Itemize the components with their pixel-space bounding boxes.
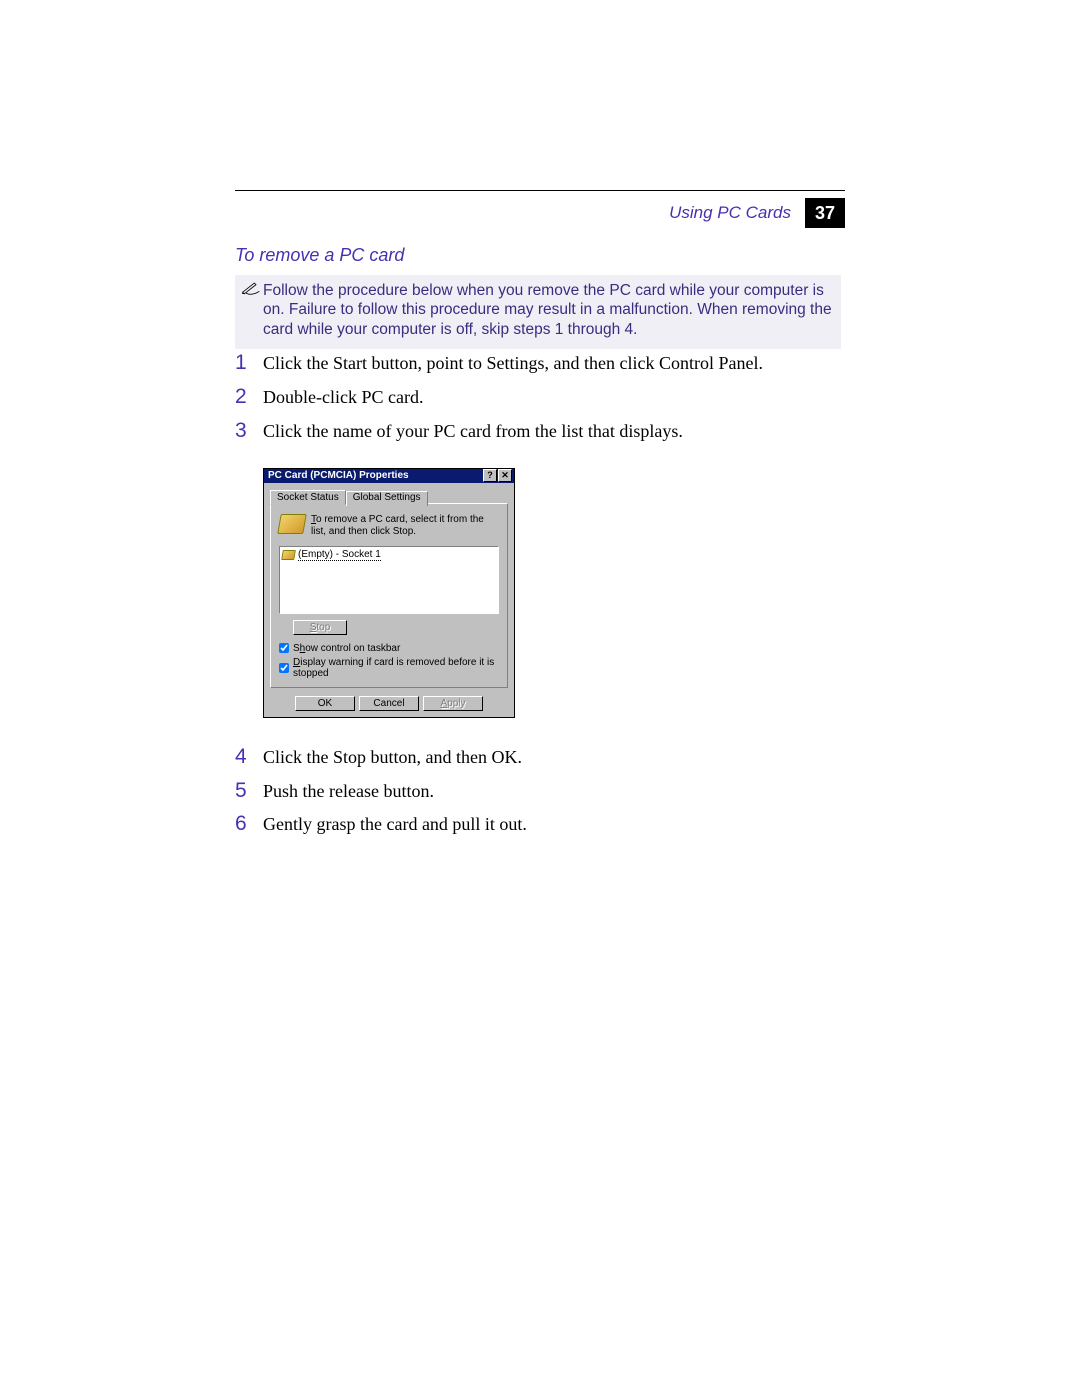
show-taskbar-checkbox[interactable]: Show control on taskbar xyxy=(279,643,499,654)
dialog-title: PC Card (PCMCIA) Properties xyxy=(268,470,409,481)
step-text: Push the release button. xyxy=(263,778,434,806)
step-1: 1 Click the Start button, point to Setti… xyxy=(235,350,841,378)
close-button[interactable]: ✕ xyxy=(498,469,512,482)
step-text: Double-click PC card. xyxy=(263,384,423,412)
page-number-badge: 37 xyxy=(805,198,845,228)
section-heading: To remove a PC card xyxy=(235,245,404,266)
card-listbox[interactable]: (Empty) - Socket 1 xyxy=(279,546,499,614)
titlebar[interactable]: PC Card (PCMCIA) Properties ? ✕ xyxy=(264,469,514,483)
checkbox-input[interactable] xyxy=(279,663,289,673)
ok-button[interactable]: OK xyxy=(295,696,355,711)
step-2: 2 Double-click PC card. xyxy=(235,384,841,412)
note-text: Follow the procedure below when you remo… xyxy=(263,281,833,339)
pc-card-small-icon xyxy=(281,550,296,560)
list-item-label: (Empty) - Socket 1 xyxy=(298,549,381,561)
step-number: 2 xyxy=(235,385,263,409)
cancel-button[interactable]: Cancel xyxy=(359,696,419,711)
tab-panel: To remove a PC card, select it from the … xyxy=(270,503,508,688)
step-5: 5 Push the release button. xyxy=(235,778,841,806)
checkbox-label: Show control on taskbar xyxy=(293,643,400,654)
pencil-note-icon xyxy=(241,281,261,295)
step-6: 6 Gently grasp the card and pull it out. xyxy=(235,811,841,839)
step-number: 1 xyxy=(235,351,263,375)
step-4: 4 Click the Stop button, and then OK. xyxy=(235,744,841,772)
step-number: 3 xyxy=(235,419,263,443)
apply-button[interactable]: Apply xyxy=(423,696,483,711)
instruction-text: To remove a PC card, select it from the … xyxy=(311,514,499,538)
properties-dialog-figure: PC Card (PCMCIA) Properties ? ✕ Socket S… xyxy=(263,468,841,718)
pc-card-icon xyxy=(277,514,307,534)
steps-list: 1 Click the Start button, point to Setti… xyxy=(235,350,841,845)
help-button[interactable]: ? xyxy=(483,469,497,482)
header-rule xyxy=(235,190,845,191)
tab-socket-status[interactable]: Socket Status xyxy=(270,490,346,505)
step-3: 3 Click the name of your PC card from th… xyxy=(235,418,841,446)
step-text: Click the Stop button, and then OK. xyxy=(263,744,522,772)
step-text: Gently grasp the card and pull it out. xyxy=(263,811,527,839)
tab-global-settings[interactable]: Global Settings xyxy=(346,491,428,506)
step-number: 5 xyxy=(235,779,263,803)
step-text: Click the name of your PC card from the … xyxy=(263,418,683,446)
checkbox-input[interactable] xyxy=(279,643,289,653)
checkbox-label: Display warning if card is removed befor… xyxy=(293,657,499,679)
pc-card-properties-dialog: PC Card (PCMCIA) Properties ? ✕ Socket S… xyxy=(263,468,515,718)
list-item[interactable]: (Empty) - Socket 1 xyxy=(282,549,496,561)
step-number: 6 xyxy=(235,812,263,836)
stop-button[interactable]: Stop xyxy=(293,620,347,635)
display-warning-checkbox[interactable]: Display warning if card is removed befor… xyxy=(279,657,499,679)
step-number: 4 xyxy=(235,745,263,769)
step-text: Click the Start button, point to Setting… xyxy=(263,350,763,378)
chapter-title: Using PC Cards xyxy=(669,203,791,223)
running-head: Using PC Cards 37 xyxy=(669,198,845,228)
note-box: Follow the procedure below when you remo… xyxy=(235,275,841,349)
